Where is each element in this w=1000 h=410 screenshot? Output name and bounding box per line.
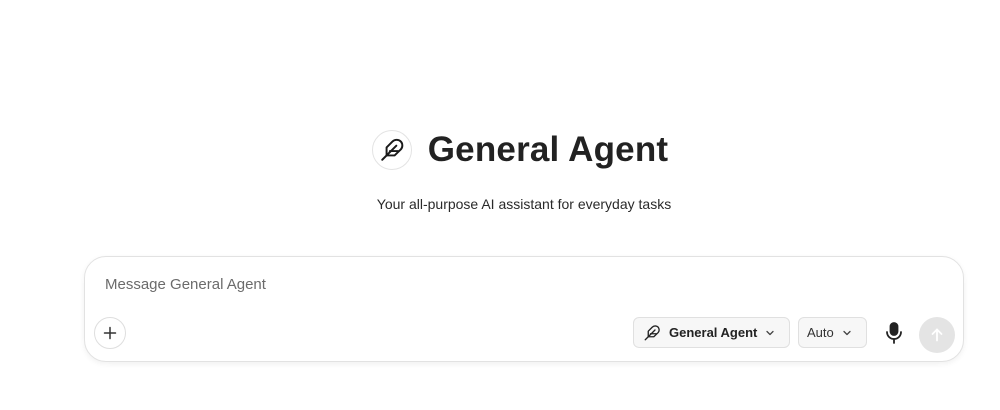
feather-icon — [644, 324, 660, 340]
feather-icon — [381, 138, 403, 161]
chevron-down-icon — [765, 328, 775, 338]
agent-header: General Agent — [0, 130, 1000, 170]
message-composer: General Agent Auto — [84, 256, 964, 362]
message-input[interactable] — [105, 273, 925, 295]
voice-input-button[interactable] — [881, 319, 907, 347]
agent-avatar — [371, 130, 412, 170]
agent-selector-label: General Agent — [669, 325, 758, 340]
agent-selector[interactable]: General Agent — [633, 317, 790, 348]
plus-icon — [103, 326, 117, 340]
page-title: General Agent — [427, 130, 669, 169]
send-button[interactable] — [919, 317, 955, 353]
page: General Agent Your all-purpose AI assist… — [0, 0, 1000, 410]
chevron-down-icon — [842, 328, 852, 338]
microphone-icon — [886, 322, 902, 344]
arrow-up-icon — [931, 328, 943, 342]
agent-subtitle: Your all-purpose AI assistant for everyd… — [376, 196, 672, 212]
mode-selector-label: Auto — [807, 325, 834, 340]
agent-header-inner: General Agent — [371, 130, 669, 170]
mode-selector[interactable]: Auto — [798, 317, 867, 348]
add-attachment-button[interactable] — [94, 317, 126, 349]
